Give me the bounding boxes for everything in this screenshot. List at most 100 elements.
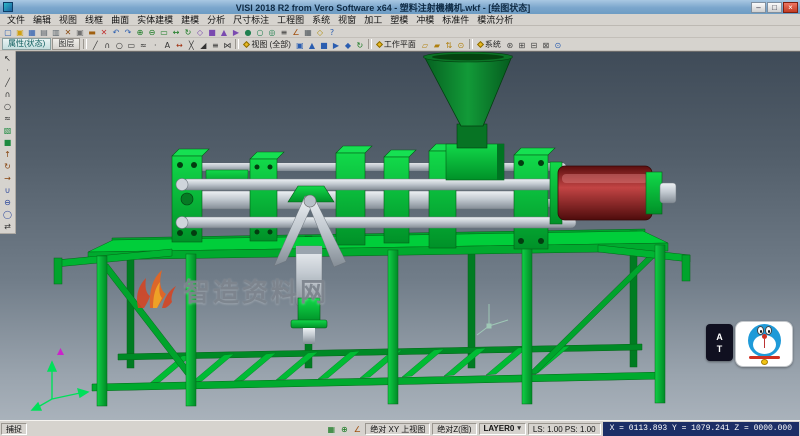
- circle-tool-icon[interactable]: ○: [113, 39, 125, 50]
- help-icon[interactable]: ?: [326, 26, 338, 37]
- grid-toggle-icon[interactable]: ▦: [302, 26, 314, 37]
- workplane-indicator[interactable]: 绝对 XY 上视图: [365, 423, 430, 435]
- point-create-icon[interactable]: ·: [1, 64, 14, 76]
- workplane-new-icon[interactable]: ▰: [431, 39, 443, 50]
- boolean-union-icon[interactable]: ∪: [1, 184, 14, 196]
- menu-flow-analysis[interactable]: 模流分析: [473, 13, 517, 26]
- calculator-icon[interactable]: ⊠: [540, 39, 552, 50]
- pan-view-icon[interactable]: ↔: [170, 26, 182, 37]
- boolean-subtract-icon[interactable]: ⊖: [1, 196, 14, 208]
- wireframe-render-icon[interactable]: ○: [254, 26, 266, 37]
- tab-layers[interactable]: 图层: [52, 38, 80, 50]
- select-arrow-icon[interactable]: ↖: [1, 52, 14, 64]
- menu-wireframe[interactable]: 线框: [81, 13, 107, 26]
- offset-tool-icon[interactable]: ≡: [209, 39, 221, 50]
- spline-tool-icon[interactable]: ≈: [137, 39, 149, 50]
- close-button[interactable]: ×: [783, 2, 798, 13]
- paste-icon[interactable]: ▬: [86, 26, 98, 37]
- menu-die[interactable]: 冲模: [412, 13, 438, 26]
- rotate-view-icon[interactable]: ↻: [182, 26, 194, 37]
- extrude-icon[interactable]: ↑: [1, 148, 14, 160]
- undo-icon[interactable]: ↶: [110, 26, 122, 37]
- dimension-tool-icon[interactable]: ↔: [173, 39, 185, 50]
- new-file-icon[interactable]: ▢: [2, 26, 14, 37]
- menu-drawing[interactable]: 工程图: [273, 13, 308, 26]
- redo-icon[interactable]: ↷: [122, 26, 134, 37]
- view-right-icon[interactable]: ▶: [230, 26, 242, 37]
- menu-solid-modeling[interactable]: 实体建模: [133, 13, 177, 26]
- line-create-icon[interactable]: ╱: [1, 76, 14, 88]
- menu-surface[interactable]: 曲面: [107, 13, 133, 26]
- macro-editor-icon[interactable]: ⊞: [516, 39, 528, 50]
- workplane-origin-icon[interactable]: ⊙: [455, 39, 467, 50]
- menu-modeling[interactable]: 建模: [177, 13, 203, 26]
- layer-manager-icon[interactable]: ≡: [278, 26, 290, 37]
- print-icon[interactable]: ▤: [38, 26, 50, 37]
- system-settings-icon[interactable]: ⊛: [504, 39, 516, 50]
- minimize-button[interactable]: –: [751, 2, 766, 13]
- chamfer-tool-icon[interactable]: ◢: [197, 39, 209, 50]
- view-top-icon[interactable]: ▲: [218, 26, 230, 37]
- workplane-flip-icon[interactable]: ⇅: [443, 39, 455, 50]
- zoom-out-icon[interactable]: ⊖: [146, 26, 158, 37]
- view-all-icon[interactable]: ▣: [294, 39, 306, 50]
- line-tool-icon[interactable]: ╱: [89, 39, 101, 50]
- menu-edit[interactable]: 编辑: [29, 13, 55, 26]
- menu-window[interactable]: 视窗: [334, 13, 360, 26]
- layer-selector[interactable]: LAYER0 ▾: [479, 423, 526, 435]
- zoom-fit-icon[interactable]: ▭: [158, 26, 170, 37]
- mirror-tool-icon[interactable]: ⋈: [221, 39, 233, 50]
- transform-icon[interactable]: ⇄: [1, 220, 14, 232]
- menu-file[interactable]: 文件: [3, 13, 29, 26]
- cut-icon[interactable]: ✕: [62, 26, 74, 37]
- arc-create-icon[interactable]: ∩: [1, 88, 14, 100]
- menu-machining[interactable]: 加工: [360, 13, 386, 26]
- 3d-viewport[interactable]: 智造资料网 A T: [0, 51, 800, 420]
- menu-analysis[interactable]: 分析: [203, 13, 229, 26]
- maximize-button[interactable]: □: [767, 2, 782, 13]
- workplane-xy-icon[interactable]: ▱: [419, 39, 431, 50]
- database-icon[interactable]: ⊟: [528, 39, 540, 50]
- circle-create-icon[interactable]: ○: [1, 100, 14, 112]
- workplane-icon[interactable]: ◇: [314, 26, 326, 37]
- copy-icon[interactable]: ▣: [74, 26, 86, 37]
- grid-status-icon[interactable]: ▦: [325, 423, 337, 434]
- machine-model-3d[interactable]: [0, 52, 800, 420]
- view-front-icon[interactable]: ■: [206, 26, 218, 37]
- view-top-btn-icon[interactable]: ▲: [306, 39, 318, 50]
- draw-mode-indicator[interactable]: 绝对Z(图): [432, 423, 476, 435]
- view-side-btn-icon[interactable]: ▶: [330, 39, 342, 50]
- arc-tool-icon[interactable]: ∩: [101, 39, 113, 50]
- view-refresh-icon[interactable]: ↻: [354, 39, 366, 50]
- surface-create-icon[interactable]: ▧: [1, 124, 14, 136]
- open-folder-icon[interactable]: ▣: [14, 26, 26, 37]
- menu-mould[interactable]: 塑模: [386, 13, 412, 26]
- measure-icon[interactable]: ∠: [290, 26, 302, 37]
- plot-preview-icon[interactable]: ▥: [50, 26, 62, 37]
- tab-attributes-status[interactable]: 属性(状态): [2, 38, 51, 50]
- menu-standard-parts[interactable]: 标准件: [438, 13, 473, 26]
- point-tool-icon[interactable]: ·: [149, 39, 161, 50]
- menu-view[interactable]: 视图: [55, 13, 81, 26]
- menu-system[interactable]: 系统: [308, 13, 334, 26]
- save-icon[interactable]: ▦: [26, 26, 38, 37]
- curve-create-icon[interactable]: ≈: [1, 112, 14, 124]
- info-icon[interactable]: ⊙: [552, 39, 564, 50]
- delete-icon[interactable]: ✕: [98, 26, 110, 37]
- menu-dimension[interactable]: 尺寸标注: [229, 13, 273, 26]
- hidden-line-icon[interactable]: ◎: [266, 26, 278, 37]
- solid-create-icon[interactable]: ■: [1, 136, 14, 148]
- shell-icon[interactable]: ◯: [1, 208, 14, 220]
- sweep-icon[interactable]: →: [1, 172, 14, 184]
- zoom-in-icon[interactable]: ⊕: [134, 26, 146, 37]
- trim-tool-icon[interactable]: ╳: [185, 39, 197, 50]
- shaded-render-icon[interactable]: ●: [242, 26, 254, 37]
- rectangle-tool-icon[interactable]: ▭: [125, 39, 137, 50]
- ortho-status-icon[interactable]: ∠: [351, 423, 363, 434]
- view-iso-icon[interactable]: ◇: [194, 26, 206, 37]
- view-front-btn-icon[interactable]: ■: [318, 39, 330, 50]
- revolve-icon[interactable]: ↻: [1, 160, 14, 172]
- view-iso-btn-icon[interactable]: ◆: [342, 39, 354, 50]
- text-tool-icon[interactable]: A: [161, 39, 173, 50]
- snap-status-icon[interactable]: ⊕: [338, 423, 350, 434]
